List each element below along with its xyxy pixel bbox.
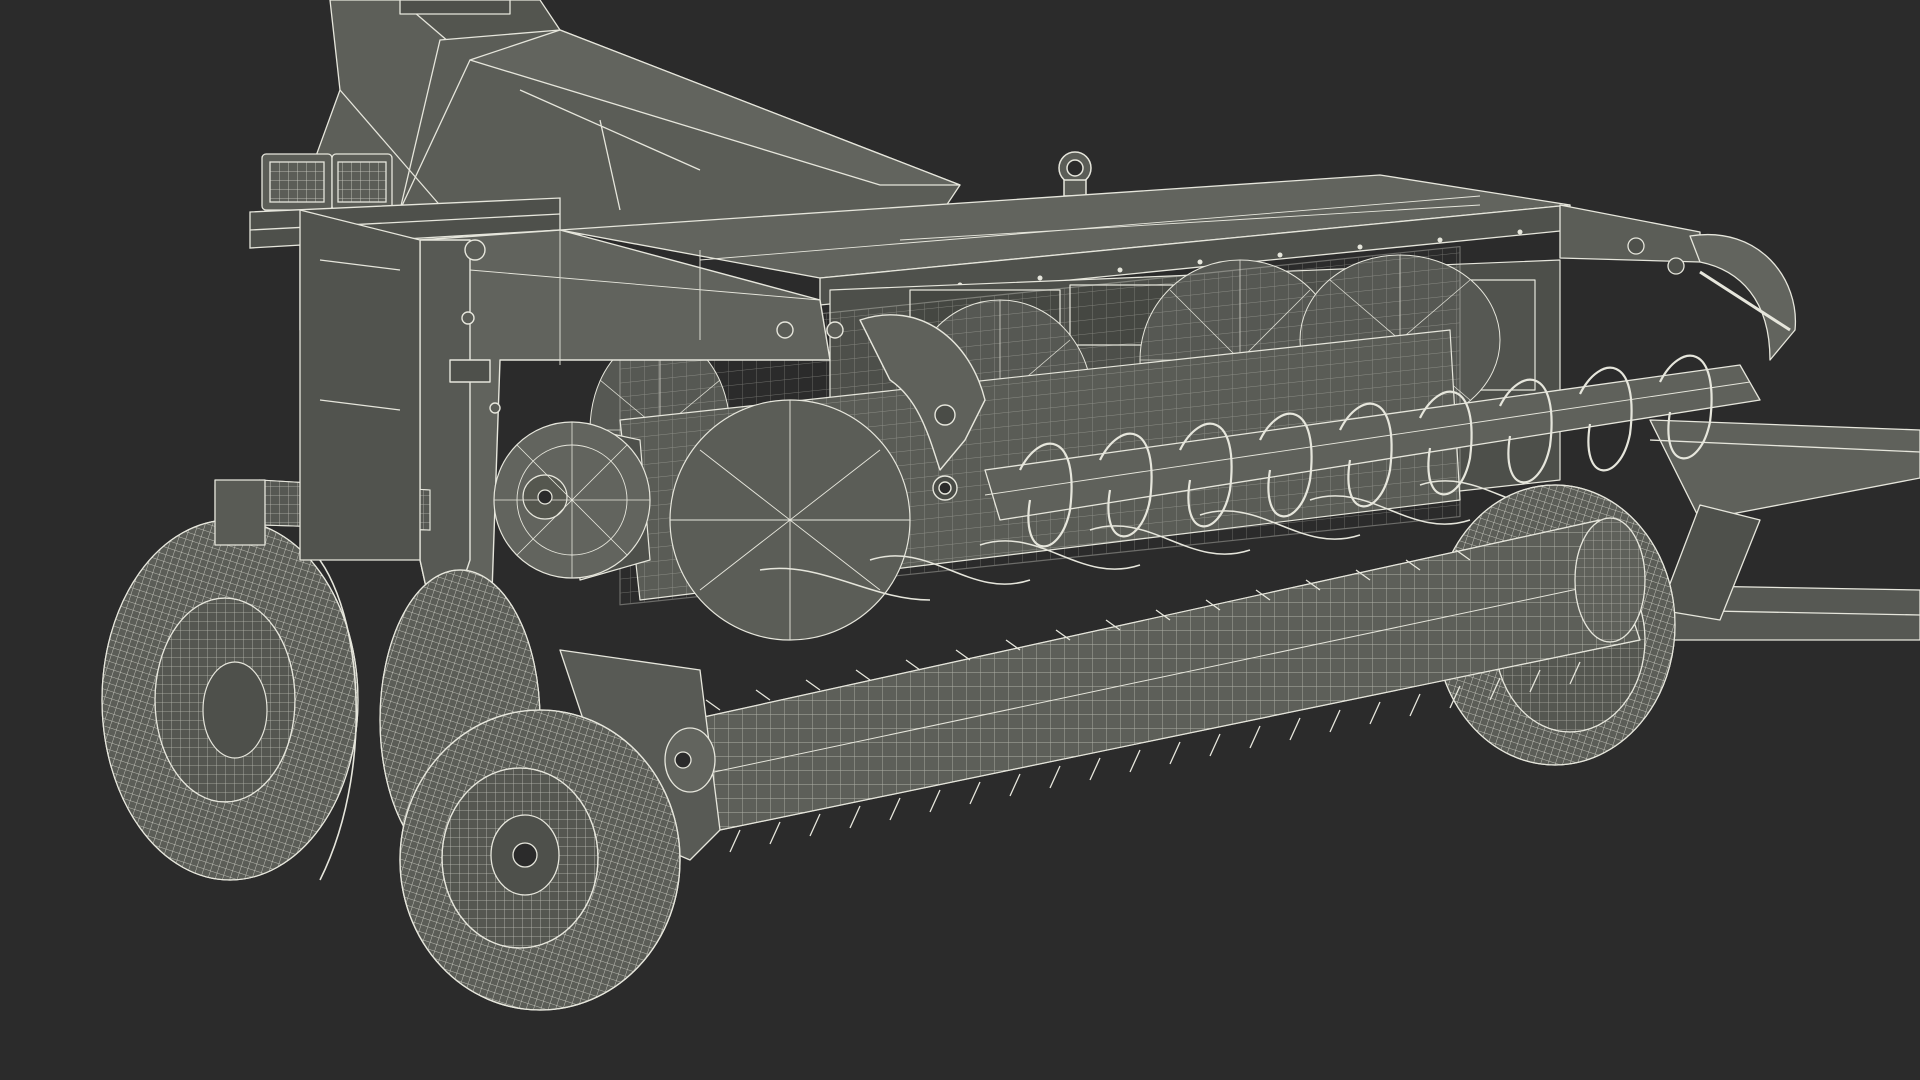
drawbar <box>1639 419 1920 641</box>
lifting-eye <box>1058 151 1092 197</box>
render-viewport <box>0 0 1920 1080</box>
wheel-bracket <box>214 209 421 561</box>
rotor-hub <box>493 421 651 581</box>
front-wheel <box>399 709 681 1011</box>
right-side-frame <box>1559 204 1797 361</box>
wireframe-forage-harvester-render <box>101 0 1920 1011</box>
rear-left-wheel <box>101 519 359 881</box>
